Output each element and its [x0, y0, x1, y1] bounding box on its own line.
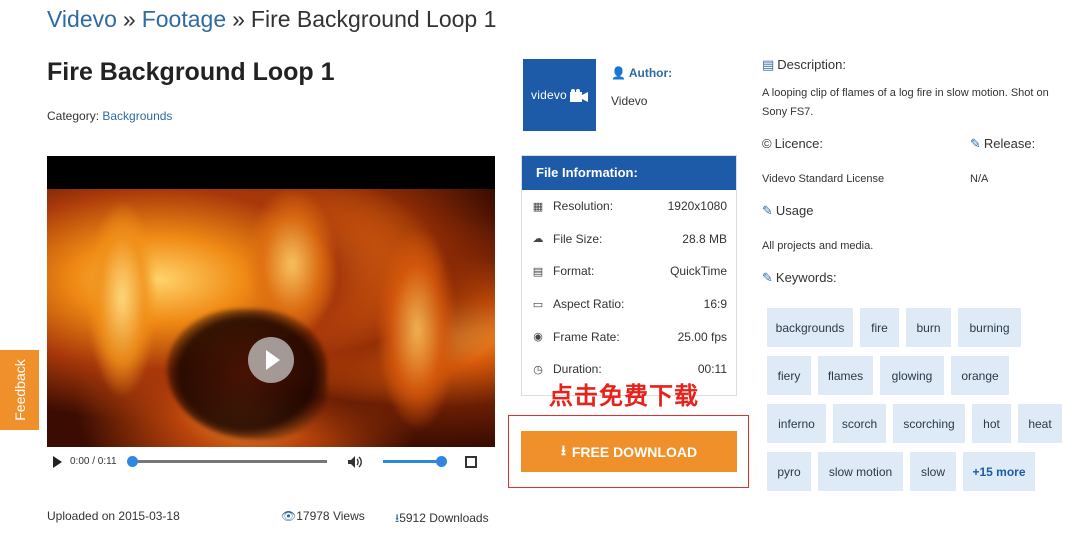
eye-icon: 👁 — [281, 509, 297, 523]
download-icon: ⭳ — [560, 441, 566, 458]
volume-icon[interactable] — [347, 455, 363, 469]
file-icon: ▤ — [532, 265, 544, 278]
category-link[interactable]: Backgrounds — [102, 109, 172, 123]
keyword-tag[interactable]: scorching — [893, 404, 965, 443]
file-info-row: ▦ Resolution: 1920x1080 — [532, 199, 727, 214]
more-keywords-button[interactable]: +15 more — [963, 452, 1035, 491]
keyword-tag[interactable]: inferno — [767, 404, 826, 443]
document-icon: ▤ — [762, 57, 775, 72]
description-text: A looping clip of flames of a log fire i… — [762, 87, 1049, 118]
file-information-panel: File Information: ▦ Resolution: 1920x1080 … — [521, 155, 737, 396]
licence-value: Videvo Standard License — [762, 173, 885, 185]
monitor-icon: ▭ — [532, 298, 544, 311]
flame-shape — [87, 199, 157, 399]
seek-handle[interactable] — [126, 456, 138, 467]
author-name[interactable]: Videvo — [611, 94, 647, 108]
feedback-tab[interactable]: Feedback — [0, 350, 39, 430]
camera-icon: ◉ — [533, 331, 543, 344]
flame-shape — [377, 229, 457, 429]
keyword-tag[interactable]: fiery — [767, 356, 811, 395]
author-label: 👤 Author: — [611, 66, 673, 80]
author-logo[interactable]: videvo — [523, 59, 596, 131]
keyword-tag[interactable]: scorch — [833, 404, 886, 443]
category-label: Category: — [47, 109, 100, 123]
keyword-tag[interactable]: orange — [951, 356, 1009, 395]
category-line: Category: Backgrounds — [47, 109, 172, 123]
edit-icon: ✎ — [762, 203, 773, 218]
play-overlay-button[interactable] — [248, 337, 294, 383]
video-frame[interactable] — [47, 189, 495, 447]
player-time: 0:00 / 0:11 — [70, 456, 117, 467]
upload-date: Uploaded on 2015-03-18 — [47, 509, 180, 523]
breadcrumb: Videvo» Footage» Fire Background Loop 1 — [47, 6, 496, 33]
usage-heading: ✎ Usage — [762, 203, 814, 218]
file-info-header: File Information: — [522, 156, 736, 190]
file-info-row: ▭ Aspect Ratio: 16:9 — [532, 297, 727, 312]
release-heading: ✎ Release: — [970, 136, 1036, 151]
keyword-tag[interactable]: slow motion — [818, 452, 903, 491]
seek-slider[interactable] — [126, 456, 327, 467]
keyword-tag[interactable]: burning — [958, 308, 1021, 347]
keyword-tag[interactable]: heat — [1018, 404, 1062, 443]
film-icon: ▦ — [532, 200, 544, 213]
file-info-row: ▤ Format: QuickTime — [532, 264, 727, 279]
views-count: 👁17978 Views — [281, 509, 365, 523]
cloud-download-icon: ☁ — [532, 233, 544, 246]
file-info-row: ☁ File Size: 28.8 MB — [532, 231, 728, 246]
keyword-tag[interactable]: fire — [860, 308, 899, 347]
keyword-tag[interactable]: backgrounds — [767, 308, 853, 347]
fullscreen-icon[interactable] — [464, 455, 477, 468]
file-info-row: ◉ Frame Rate: 25.00 fps — [522, 320, 736, 353]
breadcrumb-separator: » — [232, 6, 245, 32]
description-heading: ▤ Description: — [762, 57, 846, 72]
play-icon[interactable] — [53, 455, 62, 468]
release-value: N/A — [970, 173, 989, 185]
breadcrumb-home-link[interactable]: Videvo — [47, 6, 117, 32]
volume-handle[interactable] — [435, 456, 447, 467]
keyword-tag[interactable]: flames — [818, 356, 873, 395]
video-player[interactable]: 0:00 / 0:11 — [47, 156, 495, 476]
keywords-heading: ✎ Keywords: — [762, 270, 837, 285]
licence-heading: © Licence: — [762, 136, 824, 151]
free-download-button[interactable]: ⭳ FREE DOWNLOAD — [521, 431, 737, 472]
keyword-tag[interactable]: hot — [972, 404, 1011, 443]
keyword-tag[interactable]: pyro — [767, 452, 811, 491]
annotation-text: 点击免费下载 — [549, 382, 699, 410]
page-title: Fire Background Loop 1 — [47, 58, 335, 86]
keyword-tag[interactable]: slow — [910, 452, 956, 491]
usage-value: All projects and media. — [762, 240, 874, 252]
volume-slider[interactable] — [382, 456, 447, 467]
edit-icon: ✎ — [970, 136, 981, 151]
keyword-tag[interactable]: glowing — [880, 356, 944, 395]
breadcrumb-separator: » — [122, 6, 136, 32]
player-controls: 0:00 / 0:11 — [47, 447, 495, 476]
keyword-tag[interactable]: burn — [906, 308, 951, 347]
breadcrumb-current: Fire Background Loop 1 — [250, 6, 497, 32]
copyright-icon: © — [762, 136, 772, 151]
log-shape — [167, 309, 327, 439]
camera-icon — [569, 88, 588, 102]
downloads-count: ⭳5912 Downloads — [395, 511, 489, 525]
user-icon: 👤 — [611, 66, 626, 80]
clock-icon: ◷ — [533, 363, 543, 376]
breadcrumb-footage-link[interactable]: Footage — [142, 6, 226, 32]
edit-icon: ✎ — [762, 270, 773, 285]
